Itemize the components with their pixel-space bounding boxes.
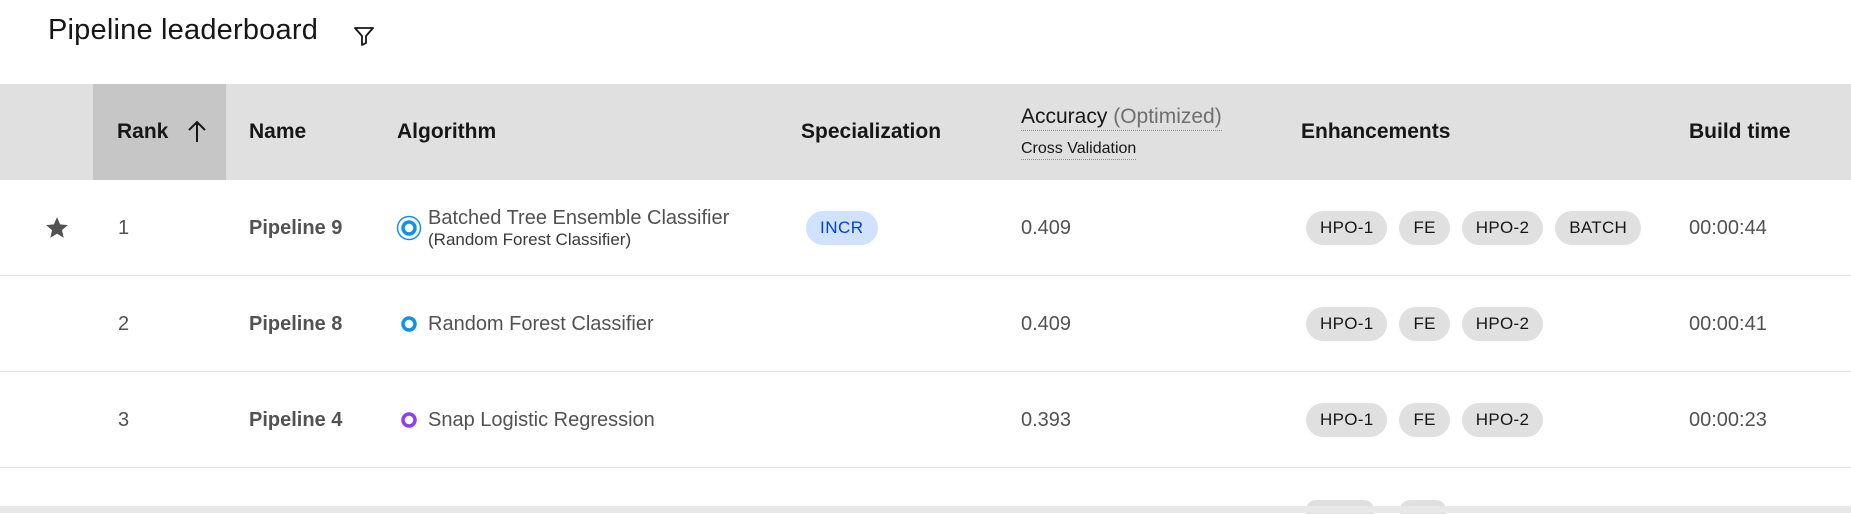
algorithm-subname: (Random Forest Classifier) [428, 230, 632, 249]
table-row[interactable]: 1 Pipeline 9 Batched Tree Ensemble Class… [0, 180, 1851, 276]
accuracy-label: Accuracy [1021, 105, 1108, 128]
rank-cell: 2 [118, 312, 130, 335]
column-header-name[interactable]: Name [249, 84, 306, 180]
random-forest-icon [396, 311, 422, 337]
enhancement-tag: HPO-2 [1461, 211, 1544, 245]
enhancement-tag: HPO-2 [1461, 403, 1544, 437]
star-cell [44, 180, 70, 276]
filter-icon [354, 27, 374, 46]
rank-cell: 3 [118, 408, 130, 431]
rank-cell: 1 [118, 216, 130, 239]
page-title: Pipeline leaderboard [48, 14, 319, 46]
column-header-specialization[interactable]: Specialization [801, 84, 941, 180]
specialization-tag: INCR [806, 211, 878, 245]
column-header-build-time[interactable]: Build time [1689, 84, 1791, 180]
enhancement-tag: FE [1399, 307, 1450, 341]
column-header-accuracy[interactable]: Accuracy (Optimized) Cross Validation [1021, 84, 1222, 180]
accuracy-cross-validation-label: Cross Validation [1021, 139, 1137, 160]
build-time-cell: 00:00:44 [1689, 216, 1767, 239]
sort-ascending-icon[interactable] [186, 120, 208, 144]
enhancement-tag: HPO-1 [1306, 211, 1388, 245]
table-header: Rank Name Algorithm Specialization Accur… [0, 84, 1851, 180]
algorithm-cell: Random Forest Classifier [396, 276, 654, 372]
algorithm-cell: Batched Tree Ensemble Classifier (Random… [396, 180, 729, 276]
enhancements-cell: HPO-1 FE HPO-2 [1306, 276, 1544, 372]
pipeline-name[interactable]: Pipeline 9 [249, 180, 342, 276]
horizontal-scrollbar[interactable] [0, 506, 1851, 513]
pipeline-name[interactable]: Pipeline 8 [249, 276, 342, 372]
build-time-cell: 00:00:23 [1689, 408, 1767, 431]
accuracy-cell: 0.409 [1021, 216, 1072, 239]
accuracy-cell: 0.393 [1021, 408, 1072, 431]
algorithm-cell: Snap Logistic Regression [396, 372, 655, 468]
column-header-rank[interactable]: Rank [93, 84, 226, 180]
accuracy-optimized-note: (Optimized) [1113, 105, 1222, 128]
accuracy-header-title: Accuracy (Optimized) [1021, 104, 1222, 131]
table-row[interactable]: 2 Pipeline 8 Random Forest Classifier 0.… [0, 276, 1851, 372]
page-header: Pipeline leaderboard [0, 0, 1851, 84]
column-header-rank-label: Rank [117, 120, 169, 143]
accuracy-cell: 0.409 [1021, 312, 1072, 335]
column-header-algorithm[interactable]: Algorithm [397, 84, 496, 180]
enhancement-tag: FE [1399, 403, 1450, 437]
star-icon[interactable] [44, 215, 70, 241]
enhancement-tag: HPO-1 [1306, 307, 1388, 341]
algorithm-name: Random Forest Classifier [428, 313, 654, 335]
tree-ensemble-icon [396, 215, 422, 241]
specialization-cell: INCR [806, 180, 878, 276]
logistic-regression-icon [396, 407, 422, 433]
pipeline-name[interactable]: Pipeline 4 [249, 372, 342, 468]
enhancement-tag: HPO-1 [1306, 403, 1388, 437]
enhancements-cell: HPO-1 FE HPO-2 BATCH [1306, 180, 1642, 276]
algorithm-name: Snap Logistic Regression [428, 409, 655, 431]
enhancement-tag: FE [1399, 211, 1450, 245]
table-row[interactable]: 3 Pipeline 4 Snap Logistic Regression 0.… [0, 372, 1851, 468]
filter-button[interactable] [351, 23, 377, 49]
column-header-enhancements[interactable]: Enhancements [1301, 84, 1450, 180]
algorithm-name: Batched Tree Ensemble Classifier [428, 207, 730, 229]
build-time-cell: 00:00:41 [1689, 312, 1767, 335]
enhancement-tag: BATCH [1555, 211, 1642, 245]
enhancements-cell: HPO-1 FE HPO-2 [1306, 372, 1544, 468]
enhancement-tag: HPO-2 [1461, 307, 1544, 341]
